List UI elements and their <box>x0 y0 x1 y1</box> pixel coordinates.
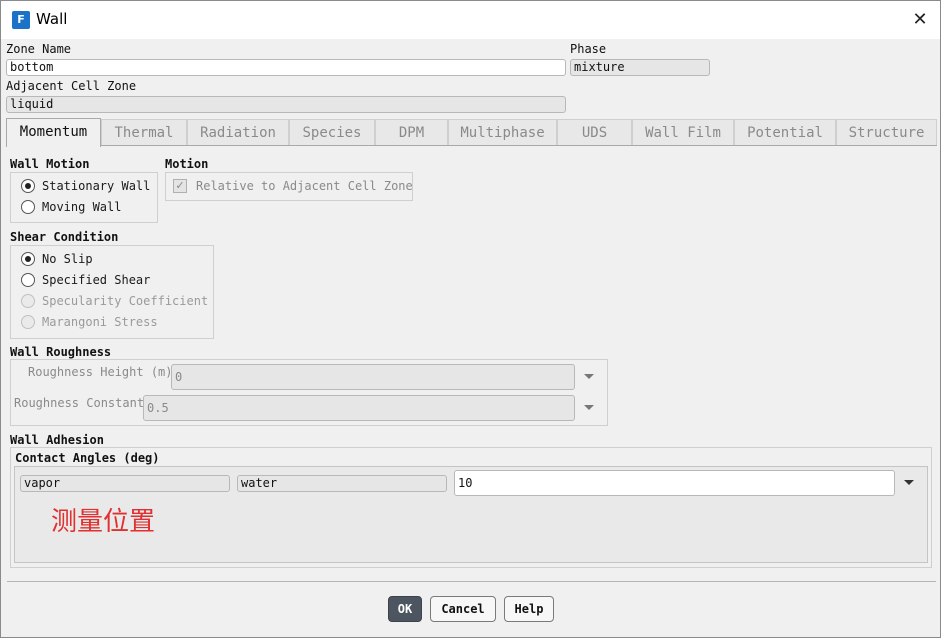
phase1-field: vapor <box>20 475 230 492</box>
radio-label: Specified Shear <box>42 273 151 287</box>
tab-underline <box>6 145 937 146</box>
tab-bar: Momentum Thermal Radiation Species DPM M… <box>6 118 937 147</box>
roughness-constant-input: 0.5 <box>143 395 575 421</box>
wall-motion-title: Wall Motion <box>10 157 90 171</box>
tab-potential[interactable]: Potential <box>734 119 836 146</box>
phase-field: mixture <box>570 59 710 76</box>
radio-indicator <box>21 315 35 329</box>
roughness-constant-label: Roughness Constant <box>14 396 145 410</box>
checkmark-icon[interactable]: ✓ <box>173 179 187 193</box>
annotation-text: 测量位置 <box>51 507 156 537</box>
tab-radiation[interactable]: Radiation <box>187 119 289 146</box>
phase-label: Phase <box>570 42 607 56</box>
wall-roughness-title: Wall Roughness <box>10 345 112 359</box>
radio-label: Specularity Coefficient <box>42 294 209 308</box>
help-button[interactable]: Help <box>504 596 554 622</box>
fluent-app-icon: F <box>12 11 30 29</box>
motion-title: Motion <box>165 157 209 171</box>
radio-label: No Slip <box>42 252 93 266</box>
roughness-height-input: 0 <box>171 364 575 390</box>
contact-angles-title: Contact Angles (deg) <box>15 451 160 465</box>
divider <box>7 581 936 582</box>
window-title: Wall <box>36 10 68 28</box>
contact-angle-input[interactable]: 10 <box>454 470 895 496</box>
roughness-height-label: Roughness Height (m) <box>28 365 173 379</box>
tab-thermal[interactable]: Thermal <box>101 119 187 146</box>
cancel-button[interactable]: Cancel <box>430 596 496 622</box>
adjacent-zone-field: liquid <box>6 96 566 113</box>
adjacent-zone-label: Adjacent Cell Zone <box>6 79 137 93</box>
relative-to-adjacent-label: Relative to Adjacent Cell Zone <box>196 179 413 193</box>
chevron-down-icon <box>584 374 594 380</box>
radio-indicator <box>21 273 35 287</box>
ok-button[interactable]: OK <box>388 596 422 622</box>
radio-label: Stationary Wall <box>42 179 151 193</box>
tab-momentum[interactable]: Momentum <box>6 118 101 147</box>
tab-wall-film[interactable]: Wall Film <box>632 119 734 146</box>
radio-selected-indicator <box>21 252 35 266</box>
radio-indicator <box>21 200 35 214</box>
wall-adhesion-title: Wall Adhesion <box>10 433 104 447</box>
wall-dialog: F Wall ✕ Zone Name bottom Phase mixture … <box>0 0 941 638</box>
tab-dpm[interactable]: DPM <box>375 119 448 146</box>
tab-uds[interactable]: UDS <box>557 119 632 146</box>
chevron-down-icon <box>584 405 594 411</box>
title-bar: F Wall ✕ <box>1 1 940 39</box>
chevron-down-icon[interactable] <box>904 480 914 486</box>
tab-species[interactable]: Species <box>289 119 375 146</box>
close-icon[interactable]: ✕ <box>907 7 933 33</box>
phase2-field: water <box>237 475 447 492</box>
zone-name-input[interactable]: bottom <box>6 59 566 76</box>
shear-condition-title: Shear Condition <box>10 230 119 244</box>
radio-label: Moving Wall <box>42 200 122 214</box>
zone-name-label: Zone Name <box>6 42 72 56</box>
radio-indicator <box>21 294 35 308</box>
tab-structure[interactable]: Structure <box>836 119 937 146</box>
tab-multiphase[interactable]: Multiphase <box>448 119 557 146</box>
radio-label: Marangoni Stress <box>42 315 158 329</box>
radio-selected-indicator <box>21 179 35 193</box>
